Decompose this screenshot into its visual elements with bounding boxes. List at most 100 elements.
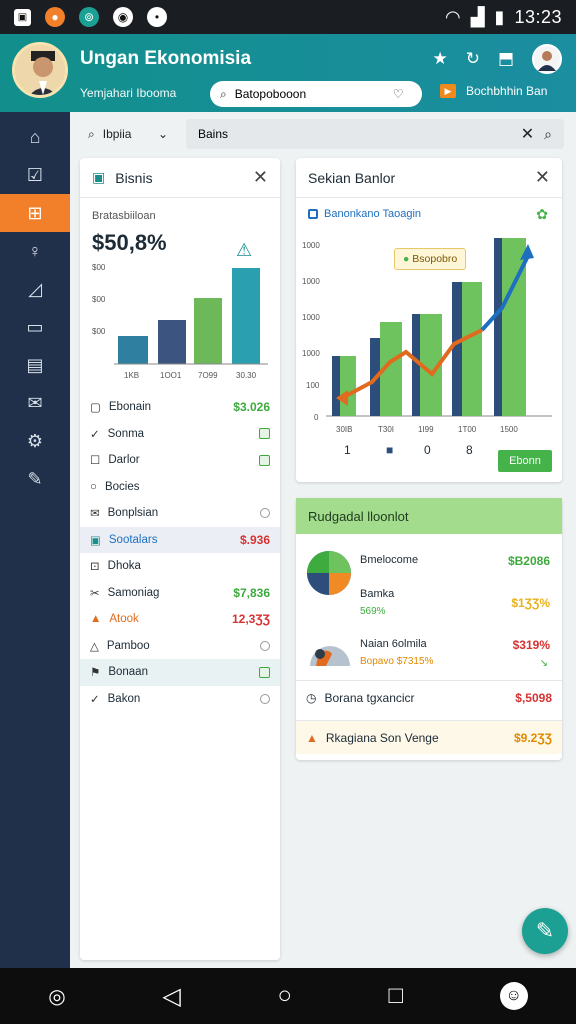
list-item-icon: ✓: [90, 693, 100, 706]
list-item[interactable]: ✂ Samoniag $7,836: [80, 580, 280, 607]
filter-input-box[interactable]: ✕ ⌕: [186, 119, 564, 149]
row-checkbox[interactable]: [260, 640, 270, 651]
list-item-label: Pamboo: [106, 639, 150, 652]
trend-icon: ↘: [539, 658, 548, 669]
list-item[interactable]: ⊡ Dhoka: [80, 553, 280, 580]
status-time: 13:23: [514, 6, 562, 27]
bar-3: [194, 298, 222, 364]
bar-4: [232, 268, 260, 364]
header-search-input[interactable]: [234, 87, 385, 101]
user-avatar[interactable]: [532, 44, 562, 74]
edit-fab-button[interactable]: ✎: [522, 908, 568, 954]
dot-icon: •: [147, 7, 167, 27]
battery-icon: ▮: [494, 6, 505, 27]
page-indicator-icon[interactable]: ■: [386, 443, 393, 457]
signal-icon: ▟: [470, 6, 485, 27]
summary-value: $319%: [512, 638, 550, 652]
summary-footer-row[interactable]: ▲ Rkagiana Son Venge $9.2ƷƷ: [296, 720, 562, 754]
header-link[interactable]: ▶ Bochbhhin Ban: [440, 84, 547, 98]
summary-header: Rudgadal lloonlot: [296, 498, 562, 534]
back-icon[interactable]: ◁: [162, 982, 180, 1011]
row-checkbox[interactable]: [259, 666, 270, 678]
list-item[interactable]: ☐ Darlor: [80, 447, 280, 474]
page-current[interactable]: 0: [424, 443, 431, 457]
pie-chart-1: [307, 551, 351, 595]
profile-avatar[interactable]: [12, 42, 68, 98]
list-item[interactable]: ✉ Bonplsian: [80, 500, 280, 527]
list-item[interactable]: ⚑ Bonaan: [80, 659, 280, 686]
account-icon[interactable]: ☺: [499, 982, 528, 1010]
filter-select[interactable]: ⌕ Ibpiia ⌄: [80, 119, 176, 149]
page-last[interactable]: 8: [466, 443, 473, 457]
bar: [452, 282, 462, 416]
sales-panel: Sekian Banlor ✕ Banonkano Taoagin ✿ ● Bs…: [296, 158, 562, 482]
row-checkbox[interactable]: [259, 454, 270, 466]
summary-label: Bmelocome: [360, 554, 419, 566]
star-icon[interactable]: ★: [432, 49, 447, 69]
chart-icon[interactable]: ◿: [0, 270, 70, 308]
tools-icon[interactable]: ✎: [0, 460, 70, 498]
list-item[interactable]: ✓ Bakon: [80, 686, 280, 713]
shop-icon[interactable]: ⊞: [0, 194, 70, 232]
list-item-icon: ○: [90, 480, 97, 493]
assistant-icon[interactable]: ◎: [48, 984, 65, 1009]
list-item-label: Sonma: [107, 427, 145, 440]
close-icon[interactable]: ✕: [253, 167, 268, 188]
document-icon[interactable]: ▤: [0, 346, 70, 384]
close-icon[interactable]: ✕: [521, 124, 534, 144]
row-checkbox[interactable]: [260, 508, 270, 519]
settings-icon[interactable]: ✿: [536, 206, 548, 223]
home-button-icon[interactable]: ○: [277, 982, 292, 1010]
footer-label: Rkagiana Son Venge: [325, 730, 439, 745]
business-list: ▢ Ebonain $3.026 ✓ Sonma ☐ Darlor ○ Bocies ✉ Bonpl…: [80, 394, 280, 712]
list-item-label: Sootalars: [108, 533, 158, 546]
legend-label: Banonkano Taoagin: [324, 208, 422, 220]
page-first[interactable]: 1: [344, 443, 351, 457]
list-item-label: Atook: [109, 613, 139, 626]
filter-input[interactable]: [198, 127, 511, 141]
settings-icon[interactable]: ⚙: [0, 422, 70, 460]
list-item-value: $.936: [239, 532, 270, 547]
list-item[interactable]: ▢ Ebonain $3.026: [80, 394, 280, 421]
recents-icon[interactable]: □: [389, 982, 404, 1010]
footer-value: $9.2ƷƷ: [513, 730, 552, 745]
list-item[interactable]: ○ Bocies: [80, 474, 280, 501]
x-tick: 30IB: [336, 425, 352, 434]
warning-icon: ▲: [306, 730, 318, 745]
y-tick: 0: [314, 413, 319, 422]
footer-value: $,5098: [515, 690, 552, 705]
close-icon[interactable]: ✕: [535, 167, 550, 188]
list-item-label: Bakon: [107, 692, 141, 705]
notification-bell-icon[interactable]: ⬒: [498, 49, 514, 69]
app-title: Ungan Ekonomisia: [80, 48, 252, 69]
mail-icon[interactable]: ✉: [0, 384, 70, 422]
status-bar: ▣ ● ⊚ ◉ • ◠ ▟ ▮ 13:23: [0, 0, 576, 34]
list-item[interactable]: ▲ Atook 12,3ƷƷ: [80, 606, 280, 633]
row-checkbox[interactable]: [259, 428, 270, 440]
calendar-icon[interactable]: ▭: [0, 308, 70, 346]
y-tick: $00: [92, 327, 106, 336]
header-link-label: Bochbhhin Ban: [466, 84, 548, 98]
bar: [494, 238, 502, 416]
list-item[interactable]: ✓ Sonma: [80, 421, 280, 448]
edit-icon[interactable]: ☑: [0, 156, 70, 194]
summary-sub: Bopavo $7315%: [360, 656, 434, 667]
row-checkbox[interactable]: [260, 693, 270, 704]
summary-footer-row[interactable]: ◷ Borana tgxancicr $,5098: [296, 680, 562, 714]
clock-icon: ◷: [306, 690, 317, 705]
pager-action-button[interactable]: Ebonn: [498, 450, 552, 472]
wifi-icon: ◠: [444, 6, 461, 27]
search-icon[interactable]: ⌕: [544, 126, 552, 143]
dropdown-heart-icon[interactable]: ♡: [393, 87, 404, 101]
x-tick: 1500: [500, 425, 518, 434]
search-icon: ⌕: [220, 86, 227, 101]
list-item[interactable]: ▣ Sootalars $.936: [80, 526, 280, 553]
list-item[interactable]: △ Pamboo: [80, 633, 280, 660]
list-item-label: Bocies: [104, 480, 140, 493]
home-icon[interactable]: ⌂: [0, 118, 70, 156]
list-item-label: Bonplsian: [107, 507, 159, 520]
refresh-icon[interactable]: ↻: [466, 49, 480, 69]
list-item-label: Bonaan: [108, 666, 148, 679]
header-search-box[interactable]: ⌕ ♡: [210, 81, 422, 107]
search-people-icon[interactable]: ♀: [0, 232, 70, 270]
